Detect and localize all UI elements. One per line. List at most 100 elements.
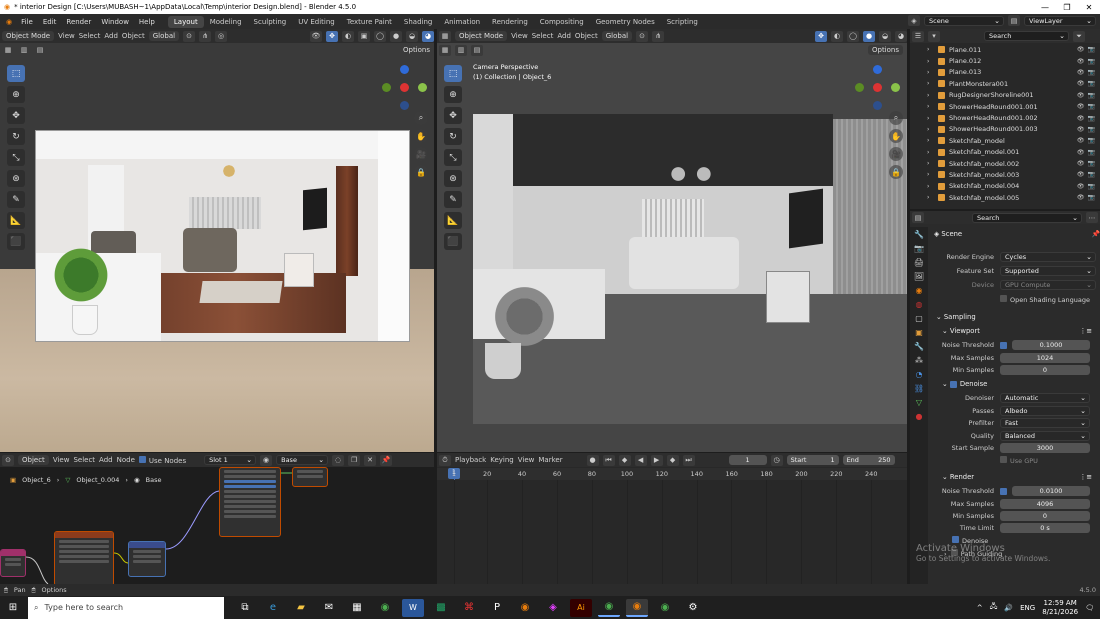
expand-arrow-icon[interactable]: › <box>927 103 929 110</box>
properties-options-icon[interactable]: ⋯ <box>1086 212 1098 223</box>
node-editor[interactable]: ⊙ Object View Select Add Node Use Nodes … <box>0 453 434 584</box>
right-select-mode-3-icon[interactable]: ▤ <box>471 44 483 56</box>
feature-set-dropdown[interactable]: Supported <box>1000 266 1096 276</box>
left-options-button[interactable]: Options <box>398 45 434 55</box>
illustrator-icon[interactable]: Ai <box>570 598 592 617</box>
tab-rendering[interactable]: Rendering <box>486 16 534 28</box>
outliner-item[interactable]: › ShowerHeadRound001.002 👁 📷 <box>910 112 1100 123</box>
render-denoise-checkbox[interactable] <box>952 536 959 543</box>
settings-icon[interactable]: ⚙ <box>682 599 704 617</box>
next-keyframe-icon[interactable]: ◆ <box>666 454 679 466</box>
right-camera-view-icon[interactable]: 🎥 <box>889 147 903 161</box>
right-shading-rendered-icon[interactable]: ◕ <box>895 30 907 42</box>
outliner-item[interactable]: › Sketchfab_model.002 👁 📷 <box>910 158 1100 169</box>
file-explorer-icon[interactable]: ▰ <box>290 599 312 617</box>
shading-wire-icon[interactable]: ◯ <box>374 30 386 42</box>
expand-arrow-icon[interactable]: › <box>927 160 929 167</box>
outliner-item[interactable]: › Sketchfab_model.005 👁 📷 <box>910 192 1100 203</box>
right-menu-add[interactable]: Add <box>557 32 571 40</box>
view-layer-selector[interactable]: ViewLayer <box>1024 15 1096 26</box>
denoiser-dropdown[interactable]: Automatic <box>1000 393 1090 404</box>
tab-uv-editing[interactable]: UV Editing <box>292 16 341 28</box>
right-gizmo-icon[interactable]: ✥ <box>815 30 827 42</box>
menu-render[interactable]: Render <box>61 18 96 26</box>
blender-taskbar-icon[interactable]: ◉ <box>514 599 536 617</box>
modifier-tab-icon[interactable]: 🔧 <box>914 342 924 351</box>
tool-tab-icon[interactable]: 🔧 <box>914 230 924 239</box>
expand-arrow-icon[interactable]: › <box>927 126 929 133</box>
editor-type-icon[interactable]: ▦ <box>439 30 451 42</box>
right-measure-icon[interactable]: 📐 <box>444 212 462 229</box>
tab-scripting[interactable]: Scripting <box>661 16 704 28</box>
word-icon[interactable]: W <box>402 598 424 617</box>
camera-render-icon[interactable]: 📷 <box>1088 46 1095 53</box>
right-mode-selector[interactable]: Object Mode <box>455 31 508 41</box>
osl-checkbox[interactable] <box>1000 294 1007 302</box>
gizmo-icon[interactable]: ✥ <box>326 30 338 42</box>
eye-icon[interactable]: 👁 <box>1077 46 1085 53</box>
collection-tab-icon[interactable]: ▢ <box>915 314 923 323</box>
windows-start-icon[interactable]: ⊞ <box>0 599 26 617</box>
menu-file[interactable]: File <box>16 18 38 26</box>
left-viewport[interactable]: Object Mode View Select Add Object Globa… <box>0 29 434 452</box>
left-menu-object[interactable]: Object <box>122 32 145 40</box>
right-overlay-icon[interactable]: ◐ <box>831 30 843 42</box>
device-dropdown[interactable]: GPU Compute <box>1000 280 1096 290</box>
properties-search[interactable]: Search <box>972 212 1082 223</box>
outliner-item[interactable]: › Sketchfab_model.003 👁 📷 <box>910 169 1100 180</box>
right-scale-icon[interactable]: ⤡ <box>444 149 462 166</box>
jump-start-icon[interactable]: ⏮ <box>602 454 615 466</box>
scale-icon[interactable]: ⤡ <box>7 149 25 166</box>
camera-render-icon[interactable]: 📷 <box>1088 103 1095 110</box>
viewport-max-samples-field[interactable]: 1024 <box>1000 353 1090 363</box>
start-sample-field[interactable]: 3000 <box>1000 443 1090 454</box>
tab-sculpting[interactable]: Sculpting <box>248 16 293 28</box>
denoise-checkbox[interactable] <box>949 380 957 388</box>
properties-editor-icon[interactable]: ▤ <box>912 212 924 223</box>
chrome-icon[interactable]: ◉ <box>374 599 396 617</box>
blender-active-icon[interactable]: ◉ <box>626 598 648 617</box>
outliner-item[interactable]: › ShowerHeadRound001.003 👁 📷 <box>910 124 1100 135</box>
tray-chevron-icon[interactable]: ^ <box>977 604 983 612</box>
select-box-icon[interactable]: ⬚ <box>7 65 25 82</box>
close-button[interactable]: ✕ <box>1078 3 1100 12</box>
left-orientation-selector[interactable]: Global <box>148 31 180 41</box>
right-select-box-icon[interactable]: ⬚ <box>444 65 462 82</box>
render-min-samples-field[interactable]: 0 <box>1000 511 1090 521</box>
cursor-icon[interactable]: ⊕ <box>7 86 25 103</box>
snap-icon[interactable]: ⋔ <box>199 30 212 42</box>
jump-end-icon[interactable]: ⏭ <box>682 454 695 466</box>
right-select-mode-2-icon[interactable]: ▥ <box>455 44 467 56</box>
camera-render-icon[interactable]: 📷 <box>1088 149 1095 156</box>
right-hand-pan-icon[interactable]: ✋ <box>889 129 903 143</box>
right-cursor-icon[interactable]: ⊕ <box>444 86 462 103</box>
menu-edit[interactable]: Edit <box>38 18 62 26</box>
menu-window[interactable]: Window <box>96 18 134 26</box>
camera-render-icon[interactable]: 📷 <box>1088 183 1095 190</box>
timeline-menu-view[interactable]: View <box>518 456 535 464</box>
tab-shading[interactable]: Shading <box>398 16 438 28</box>
play-reverse-icon[interactable]: ◀ <box>634 454 647 466</box>
eye-icon[interactable]: 👁 <box>1077 149 1085 156</box>
expand-arrow-icon[interactable]: › <box>927 171 929 178</box>
time-limit-field[interactable]: 0 s <box>1000 523 1090 533</box>
pivot-icon[interactable]: ⊙ <box>183 30 196 42</box>
notification-icon[interactable]: 🗨 <box>1085 604 1094 612</box>
outliner-item[interactable]: › RugDesignerShoreline001 👁 📷 <box>910 90 1100 101</box>
edge-icon[interactable]: e <box>262 599 284 617</box>
render-presets-icon[interactable]: ⋮≡ <box>1080 473 1093 481</box>
current-frame-field[interactable]: 1 <box>728 455 767 465</box>
timeline-menu-marker[interactable]: Marker <box>538 456 562 464</box>
prev-keyframe-icon[interactable]: ◆ <box>618 454 631 466</box>
record-icon[interactable]: ● <box>586 454 599 466</box>
camera-render-icon[interactable]: 📷 <box>1088 80 1095 87</box>
eye-icon[interactable]: 👁 <box>1077 194 1085 201</box>
right-menu-object[interactable]: Object <box>575 32 598 40</box>
shading-material-icon[interactable]: ◒ <box>406 30 418 42</box>
expand-arrow-icon[interactable]: › <box>927 58 929 65</box>
pin-icon[interactable]: 📌 <box>1092 230 1100 238</box>
right-axis-gizmo[interactable] <box>855 65 901 111</box>
denoise-subpanel[interactable]: ⌄ Denoise <box>932 376 1100 392</box>
proportional-icon[interactable]: ◎ <box>215 30 228 42</box>
render-engine-dropdown[interactable]: Cycles <box>1000 252 1096 262</box>
